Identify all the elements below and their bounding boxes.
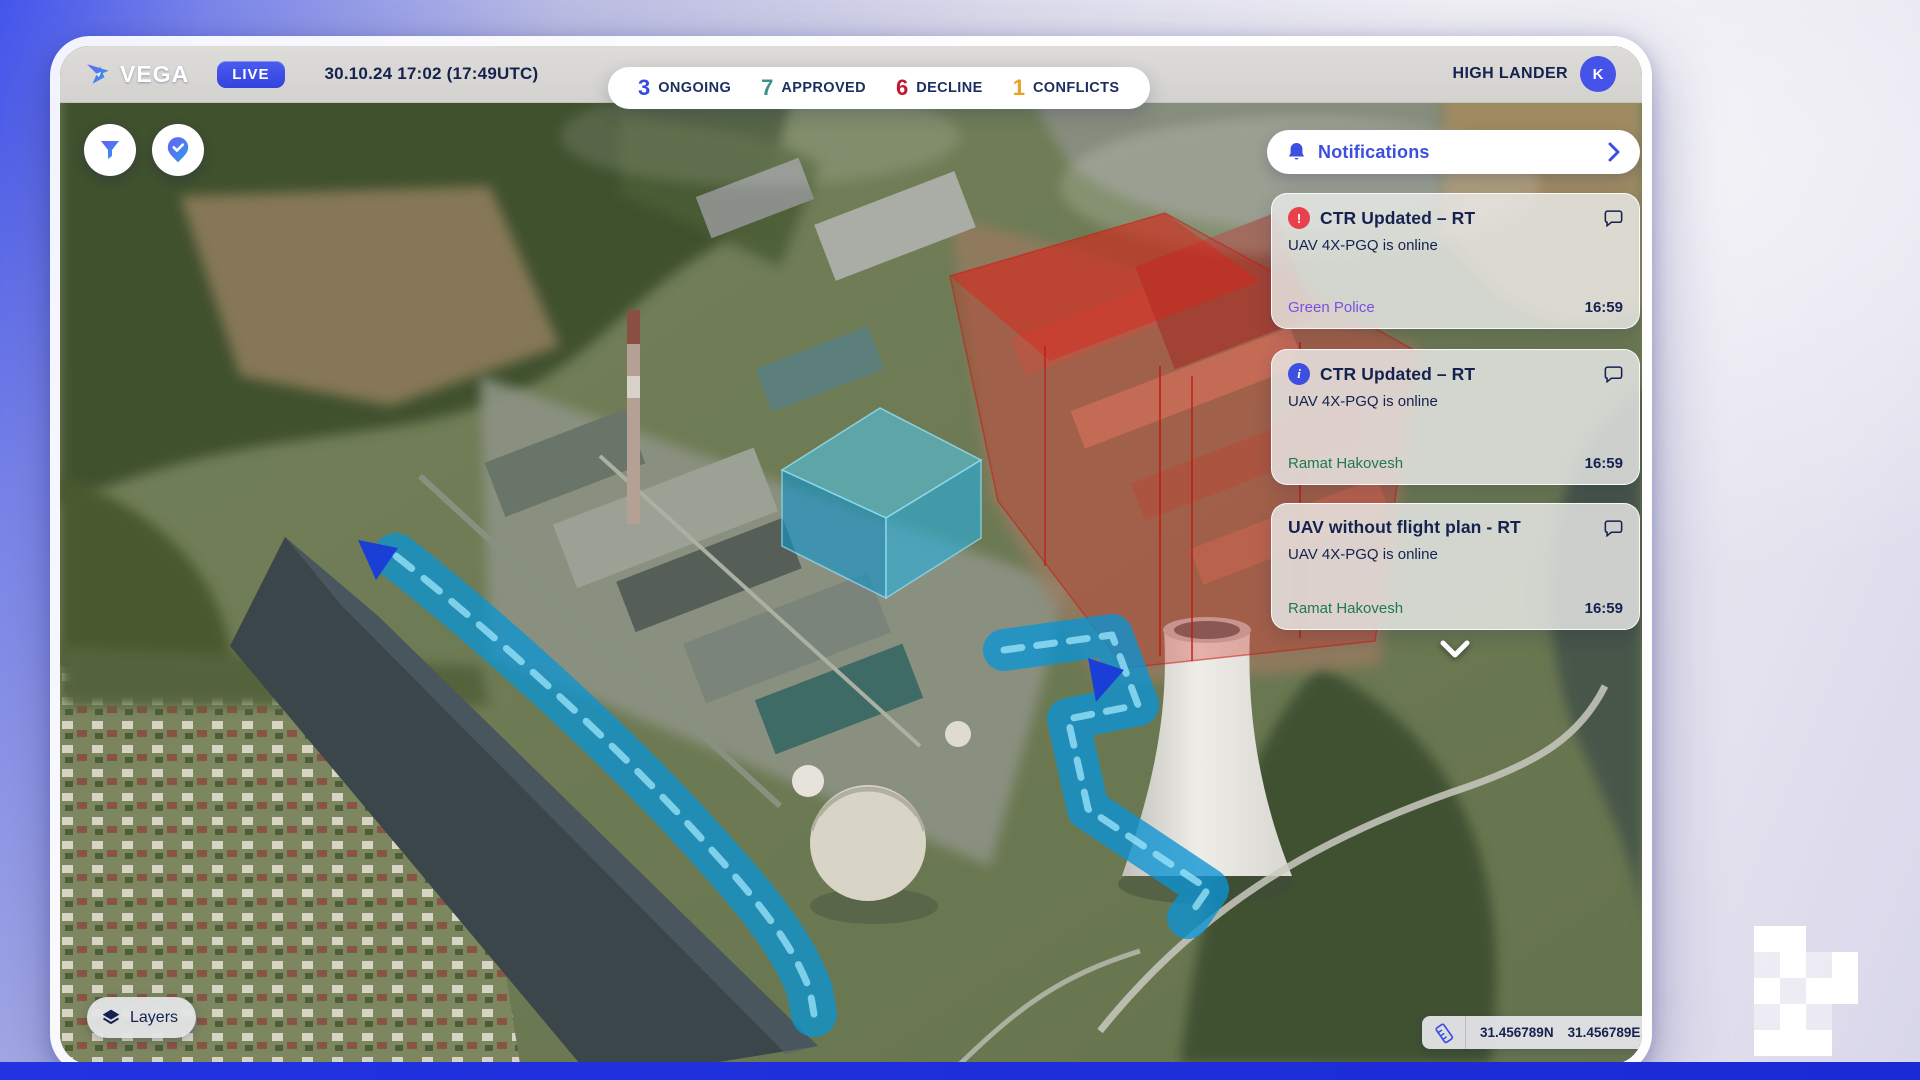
notification-card[interactable]: ! CTR Updated – RT UAV 4X-PGQ is online …: [1271, 193, 1640, 329]
app-window: VEGA LIVE 30.10.24 17:02 (17:49UTC) HIGH…: [50, 36, 1652, 1074]
info-icon: i: [1288, 363, 1310, 385]
live-badge: LIVE: [217, 61, 284, 88]
notification-source: Green Police: [1288, 299, 1375, 316]
notification-card[interactable]: i CTR Updated – RT UAV 4X-PGQ is online …: [1271, 349, 1640, 485]
alert-icon: !: [1288, 207, 1310, 229]
avatar-initial: K: [1593, 66, 1604, 83]
pixel-cell: [1806, 952, 1832, 978]
coordinates-bar: 31.456789N 31.456789E: [1422, 1016, 1642, 1049]
ongoing-count: 3: [638, 75, 650, 101]
pixel-cell: [1780, 952, 1806, 978]
page-footer-bar: [0, 1062, 1920, 1080]
user-name: HIGH LANDER: [1452, 65, 1568, 83]
brand-logo: VEGA: [86, 61, 189, 88]
header-datetime: 30.10.24 17:02 (17:49UTC): [325, 64, 539, 84]
status-item-decline[interactable]: 6 DECLINE: [896, 75, 983, 101]
pixel-cell: [1806, 978, 1832, 1004]
status-item-conflicts[interactable]: 1 CONFLICTS: [1013, 75, 1120, 101]
status-item-ongoing[interactable]: 3 ONGOING: [638, 75, 731, 101]
decline-count: 6: [896, 75, 908, 101]
brand-name: VEGA: [120, 61, 189, 88]
chevron-right-icon: [1608, 142, 1620, 162]
pixel-cell: [1806, 1004, 1832, 1030]
layers-icon: [101, 1008, 121, 1028]
pixel-cell: [1832, 952, 1858, 978]
notifications-title: Notifications: [1318, 142, 1430, 163]
conflicts-count: 1: [1013, 75, 1025, 101]
comment-icon[interactable]: [1604, 365, 1623, 383]
conflicts-label: CONFLICTS: [1033, 80, 1120, 96]
location-check-button[interactable]: [152, 124, 204, 176]
bell-icon: [1287, 142, 1306, 163]
info-glyph: i: [1297, 366, 1301, 382]
layers-button[interactable]: Layers: [87, 997, 196, 1038]
notification-time: 16:59: [1585, 455, 1623, 472]
pixel-cell: [1754, 926, 1780, 952]
vega-bird-icon: [86, 61, 112, 87]
pixel-watermark-logo: [1754, 926, 1858, 1056]
map-controls: [84, 124, 204, 176]
notifications-header[interactable]: Notifications: [1267, 130, 1640, 174]
alert-glyph: !: [1297, 211, 1301, 226]
pixel-cell: [1754, 1030, 1780, 1056]
chevron-down-icon[interactable]: [1437, 638, 1473, 665]
coordinate-lat: 31.456789N: [1480, 1025, 1554, 1040]
pixel-cell: [1780, 1004, 1806, 1030]
pixel-cell: [1754, 1004, 1780, 1030]
pixel-cell: [1780, 926, 1806, 952]
comment-icon[interactable]: [1604, 209, 1623, 227]
decline-label: DECLINE: [916, 80, 982, 96]
notification-time: 16:59: [1585, 299, 1623, 316]
status-item-approved[interactable]: 7 APPROVED: [761, 75, 866, 101]
pixel-cell: [1832, 978, 1858, 1004]
approved-count: 7: [761, 75, 773, 101]
ongoing-label: ONGOING: [658, 80, 731, 96]
notification-title: CTR Updated – RT: [1320, 208, 1475, 229]
pixel-cell: [1780, 978, 1806, 1004]
layers-label: Layers: [130, 1009, 178, 1027]
pixel-cell: [1806, 1030, 1832, 1056]
notification-body: UAV 4X-PGQ is online: [1288, 546, 1623, 563]
filter-icon: [97, 137, 123, 163]
mission-status-bar: 3 ONGOING 7 APPROVED 6 DECLINE 1 CONFLIC…: [608, 67, 1150, 109]
approved-label: APPROVED: [781, 80, 866, 96]
notification-title: CTR Updated – RT: [1320, 364, 1475, 385]
notification-body: UAV 4X-PGQ is online: [1288, 237, 1623, 254]
pixel-cell: [1754, 978, 1780, 1004]
notification-body: UAV 4X-PGQ is online: [1288, 393, 1623, 410]
notification-source: Ramat Hakovesh: [1288, 600, 1403, 617]
comment-icon[interactable]: [1604, 519, 1623, 537]
ruler-icon[interactable]: [1422, 1016, 1466, 1049]
notification-time: 16:59: [1585, 600, 1623, 617]
filter-button[interactable]: [84, 124, 136, 176]
coordinate-lon: 31.456789E: [1568, 1025, 1641, 1040]
pixel-cell: [1780, 1030, 1806, 1056]
notification-source: Ramat Hakovesh: [1288, 455, 1403, 472]
pin-check-icon: [163, 135, 193, 165]
notification-card[interactable]: UAV without flight plan - RT UAV 4X-PGQ …: [1271, 503, 1640, 630]
avatar[interactable]: K: [1580, 56, 1616, 92]
app-viewport: VEGA LIVE 30.10.24 17:02 (17:49UTC) HIGH…: [60, 46, 1642, 1064]
pixel-cell: [1754, 952, 1780, 978]
notification-title: UAV without flight plan - RT: [1288, 517, 1521, 538]
